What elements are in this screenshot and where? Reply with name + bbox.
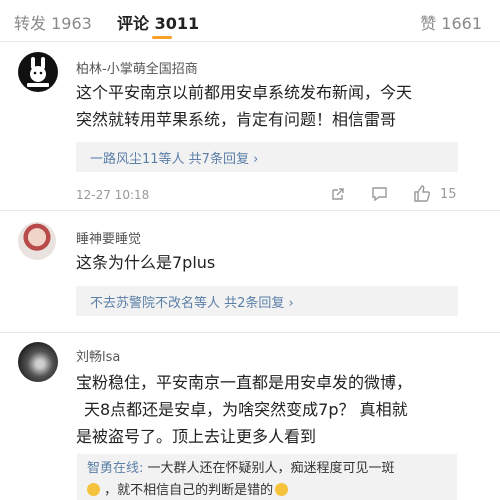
comment-text: 这条为什么是7plus [76,249,215,276]
comment-text-line: 突然就转用苹果系统，肯定有问题！相信雷哥 [76,110,397,129]
laugh-emoji-icon [87,483,100,496]
comment-text-line: 宝粉稳住，平安南京一直都是用安卓发的微博， [76,373,413,392]
bunny-logo-icon [27,57,49,87]
thumbs-up-icon[interactable] [413,185,431,206]
reply-preview-line: 智勇在线: 一大群人还在怀疑别人，痴迷程度可见一斑 [87,458,447,480]
comment-username[interactable]: 刘畅lsa [76,346,120,365]
comment-divider [0,210,500,211]
reply-preview[interactable]: 智勇在线: 一大群人还在怀疑别人，痴迷程度可见一斑 ，就不相信自己的判断是错的 [77,454,457,500]
active-tab-indicator [152,36,172,39]
view-replies-link[interactable]: 一路风尘11等人 共7条回复 › [76,142,458,172]
comment-timestamp: 12-27 10:18 [76,188,150,202]
comment-username[interactable]: 柏林-小掌萌全国招商 [76,58,198,77]
comment-text: 宝粉稳住，平安南京一直都是用安卓发的微博， 天8点都还是安卓，为啥突然变成7p？… [66,369,412,450]
view-replies-link[interactable]: 不去苏警院不改名等人 共2条回复 › [76,286,458,316]
comment-tabs: 转发 1963 评论 3011 赞 1661 [0,0,500,42]
tab-like[interactable]: 赞 1661 [420,10,482,34]
comment-text-line: 这个平安南京以前都用安卓系统发布新闻，今天 [76,83,413,102]
tab-repost[interactable]: 转发 1963 [14,10,92,34]
reply-author[interactable]: 智勇在线: [87,461,143,476]
laugh-emoji-icon [275,483,289,496]
comment-icon[interactable] [371,186,388,206]
avatar[interactable] [18,52,58,92]
reply-preview-line: ，就不相信自己的判断是错的 [87,480,447,500]
comment-text-line: 是被盗号了。顶上去让更多人看到 [76,427,317,446]
tab-comment[interactable]: 评论 3011 [117,10,199,34]
reply-text: ，就不相信自己的判断是错的 [100,483,274,498]
comment-text-line: 天8点都还是安卓，为啥突然变成7p？ 真相就 [84,400,408,419]
comment-text: 这个平安南京以前都用安卓系统发布新闻，今天 突然就转用苹果系统，肯定有问题！相信… [76,79,412,133]
like-count: 15 [440,187,457,202]
avatar[interactable] [18,222,56,260]
comment-username[interactable]: 睡神要睡觉 [76,228,141,247]
reply-text: 一大群人还在怀疑别人，痴迷程度可见一斑 [143,461,395,476]
comment-text-line: 这条为什么是7plus [76,253,216,272]
avatar[interactable] [18,342,58,382]
comment-divider [0,332,500,333]
share-icon[interactable] [330,186,346,206]
